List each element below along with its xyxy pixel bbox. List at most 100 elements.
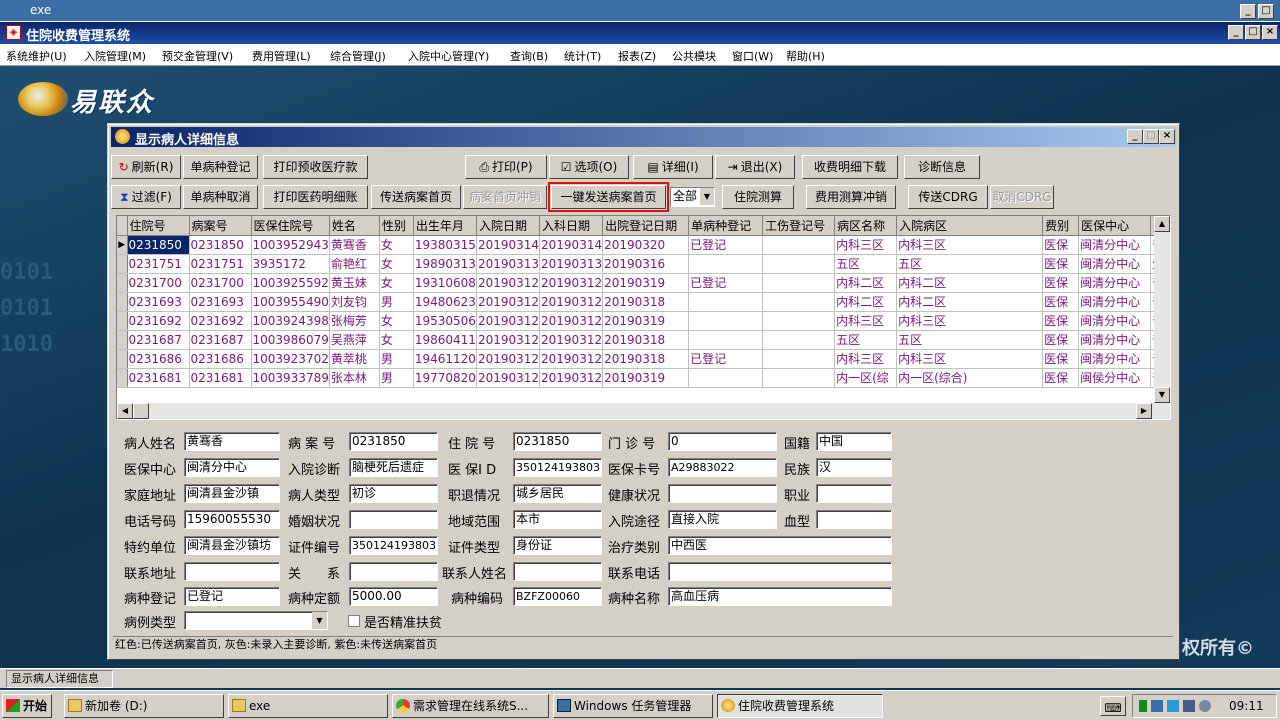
table-cell[interactable]: 1003955490 <box>251 292 330 312</box>
table-cell[interactable]: 五区 <box>896 330 1044 350</box>
table-cell[interactable]: 1003952943 <box>251 235 330 255</box>
table-cell[interactable] <box>762 254 836 274</box>
blood-field[interactable] <box>816 510 892 529</box>
table-cell[interactable]: 五区 <box>834 254 898 274</box>
single-disease-register-button[interactable]: 单病种登记 <box>183 155 258 179</box>
scope-select[interactable]: 全部 ▼ <box>670 187 715 207</box>
taskbar-item-exe[interactable]: exe <box>228 694 388 718</box>
contact-phone-field[interactable] <box>668 562 892 581</box>
table-row[interactable]: ▶ 0231850 0231850 1003952943 黄骞香女 19380315 201… <box>117 235 1170 255</box>
health-field[interactable] <box>668 484 777 503</box>
row-indicator[interactable] <box>117 273 128 293</box>
contact-addr-field[interactable] <box>184 562 280 581</box>
menu-common[interactable]: 公共模块 <box>672 48 716 64</box>
table-cell[interactable]: 20190312 <box>476 273 541 293</box>
table-cell[interactable]: 1003986079 <box>251 330 330 350</box>
column-header[interactable]: 病区名称 <box>834 216 898 236</box>
menu-query[interactable]: 查询(B) <box>510 48 548 64</box>
print-drug-detail-button[interactable]: 打印医药明细账 <box>263 185 368 209</box>
table-cell[interactable]: 0231850 <box>189 235 252 255</box>
table-row[interactable]: 0231686 0231686 1003923702 黄萃桃男 19461120 2019… <box>117 349 1170 369</box>
disease-quota-field[interactable]: 5000.00 <box>349 587 438 606</box>
scroll-down-arrow[interactable]: ▼ <box>1154 387 1170 403</box>
table-cell[interactable]: 20190312 <box>476 311 541 331</box>
table-cell[interactable]: 闽侯分中心 <box>1078 368 1152 388</box>
table-cell[interactable]: 19770820 <box>413 368 477 388</box>
table-cell[interactable]: 已登记 <box>688 273 764 293</box>
table-cell[interactable]: 0231681 <box>189 368 252 388</box>
menu-admission[interactable]: 入院管理(M) <box>84 48 146 64</box>
admit-diag-field[interactable]: 脑梗死后遗症 <box>349 458 438 477</box>
table-cell[interactable] <box>762 292 836 312</box>
table-cell[interactable]: 医保 <box>1042 273 1080 293</box>
table-cell[interactable]: 医保 <box>1042 368 1080 388</box>
table-cell[interactable]: 医保 <box>1042 292 1080 312</box>
table-cell[interactable]: 19890313 <box>413 254 477 274</box>
row-indicator[interactable] <box>117 292 128 312</box>
disease-name-field[interactable]: 高血压病 <box>668 587 892 606</box>
patient-type-field[interactable]: 初诊 <box>349 484 438 503</box>
table-cell[interactable]: 男 <box>379 368 414 388</box>
taskbar-item-drive-d[interactable]: 新加卷 (D:) <box>64 694 224 718</box>
table-cell[interactable] <box>688 254 764 274</box>
horizontal-scrollbar[interactable]: ◀ ▶ <box>117 403 1170 419</box>
table-cell[interactable]: 19860411 <box>413 330 477 350</box>
scroll-up-arrow[interactable]: ▲ <box>1154 216 1170 232</box>
row-indicator[interactable] <box>117 349 128 369</box>
app-close-button[interactable]: × <box>1262 25 1278 40</box>
patient-grid[interactable]: 住院号 病案号 医保住院号 姓名 性别 出生年月 入院日期 入科日期 出院登记日… <box>116 215 1171 420</box>
taskbar-item-task-manager[interactable]: Windows 任务管理器 <box>553 694 713 718</box>
admit-route-field[interactable]: 直接入院 <box>668 510 777 529</box>
table-cell[interactable]: 张梅芳 <box>329 311 380 331</box>
table-cell[interactable]: 0231850 <box>127 235 190 255</box>
table-cell[interactable]: 医保 <box>1042 349 1080 369</box>
table-cell[interactable]: 内科二区 <box>834 292 898 312</box>
mdi-tab-patient-detail[interactable]: 显示病人详细信息 <box>6 670 113 688</box>
column-header[interactable]: 入院病区 <box>896 216 1044 236</box>
dialog-close-button[interactable]: × <box>1159 129 1175 144</box>
row-indicator[interactable] <box>117 368 128 388</box>
menu-reports[interactable]: 报表(Z) <box>618 48 656 64</box>
dialog-maximize-button[interactable]: □ <box>1143 129 1159 144</box>
table-cell[interactable]: 20190312 <box>539 273 604 293</box>
dialog-minimize-button[interactable]: _ <box>1127 129 1143 144</box>
table-cell[interactable]: 闽清分中心 <box>1078 235 1152 255</box>
table-cell[interactable]: 20190319 <box>602 273 690 293</box>
exit-button[interactable]: ⇥ 退出(X) <box>715 155 795 179</box>
insurance-center-field[interactable]: 闽清分中心 <box>184 458 280 477</box>
menu-help[interactable]: 帮助(H) <box>786 48 825 64</box>
table-cell[interactable]: 闽清分中心 <box>1078 349 1152 369</box>
table-cell[interactable]: 0231751 <box>189 254 252 274</box>
outer-minimize-button[interactable]: _ <box>1240 4 1256 19</box>
table-cell[interactable]: 19380315 <box>413 235 477 255</box>
poverty-checkbox[interactable] <box>348 615 360 627</box>
table-cell[interactable]: 20190312 <box>476 292 541 312</box>
outpatient-no-field[interactable]: 0 <box>668 432 777 451</box>
table-cell[interactable]: 医保 <box>1042 330 1080 350</box>
table-cell[interactable]: 0231700 <box>189 273 252 293</box>
table-cell[interactable]: 0231693 <box>127 292 190 312</box>
ethnicity-field[interactable]: 汉 <box>816 458 892 477</box>
table-cell[interactable]: 内一区(综 <box>834 368 898 388</box>
taskbar-item-browser[interactable]: 需求管理在线系统S... <box>392 694 549 718</box>
options-button[interactable]: ☑ 选项(O) <box>549 155 629 179</box>
table-cell[interactable]: 20190314 <box>539 235 604 255</box>
table-cell[interactable]: 医保 <box>1042 311 1080 331</box>
table-cell[interactable]: 俞艳红 <box>329 254 380 274</box>
column-header[interactable]: 工伤登记号 <box>762 216 836 236</box>
table-cell[interactable]: 20190313 <box>539 254 604 274</box>
case-type-select[interactable]: ▼ <box>184 611 328 630</box>
table-cell[interactable]: 医保 <box>1042 235 1080 255</box>
contract-unit-field[interactable]: 闽清县金沙镇坊 <box>184 536 280 555</box>
table-row[interactable]: 0231687 0231687 1003986079 吴燕萍女 19860411 2019… <box>117 330 1170 350</box>
vertical-scrollbar[interactable]: ▲ ▼ <box>1154 216 1170 403</box>
table-cell[interactable]: 20190314 <box>476 235 541 255</box>
cancel-cdrg-button[interactable]: 取消CDRG <box>990 185 1054 209</box>
table-cell[interactable]: 闽清分中心 <box>1078 330 1152 350</box>
table-row[interactable]: 0231700 0231700 1003925592 黄玉妹女 19310608 2019… <box>117 273 1170 293</box>
filter-button[interactable]: ⧗ 过滤(F) <box>111 185 181 209</box>
table-cell[interactable]: 内科三区 <box>896 235 1044 255</box>
table-cell[interactable]: 闽清分中心 <box>1078 311 1152 331</box>
table-cell[interactable]: 女 <box>379 235 414 255</box>
table-cell[interactable]: 内科二区 <box>896 273 1044 293</box>
